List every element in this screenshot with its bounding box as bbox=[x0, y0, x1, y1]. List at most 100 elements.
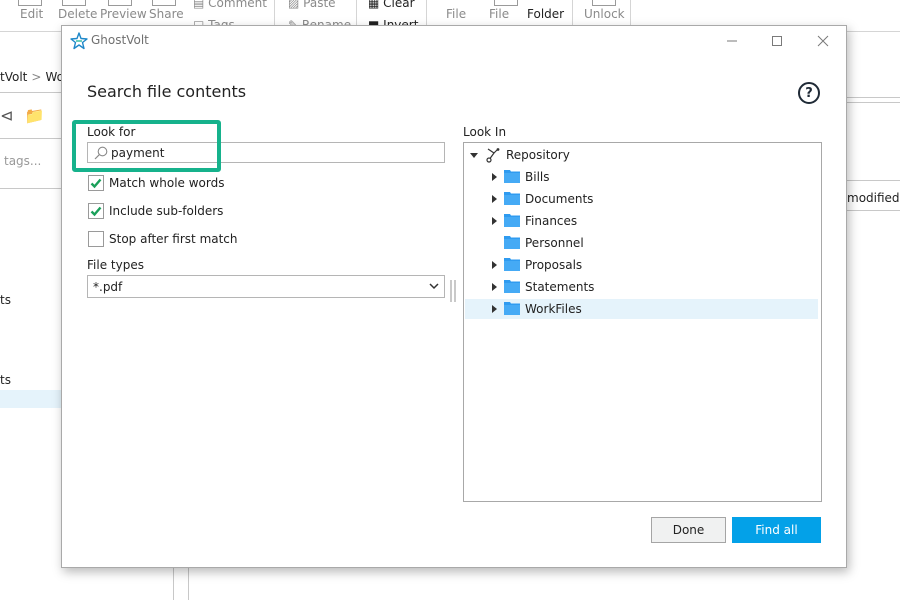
collapsed-arrow-icon[interactable] bbox=[490, 261, 498, 269]
breadcrumb: tVolt > Wo bbox=[0, 70, 64, 84]
window-title: GhostVolt bbox=[91, 33, 149, 47]
folder-icon bbox=[504, 192, 520, 205]
ribbon-file-edit-button[interactable]: File bbox=[489, 7, 509, 21]
divider bbox=[846, 210, 900, 211]
divider bbox=[846, 180, 900, 181]
checkbox-label: Stop after first match bbox=[109, 232, 238, 246]
checkbox-box[interactable] bbox=[88, 175, 104, 191]
ribbon-paste-button[interactable]: ▨ Paste bbox=[288, 0, 336, 10]
breadcrumb-separator: > bbox=[31, 70, 42, 84]
divider bbox=[0, 92, 62, 93]
edit-icon bbox=[18, 0, 42, 6]
tree-item-label: Statements bbox=[525, 280, 595, 294]
maximize-icon bbox=[772, 36, 782, 46]
ribbon-file-list-button[interactable]: File bbox=[446, 7, 466, 21]
help-button[interactable]: ? bbox=[798, 82, 820, 104]
grip-line bbox=[450, 280, 452, 302]
title-bar[interactable]: GhostVolt bbox=[62, 26, 846, 56]
checkbox-label: Match whole words bbox=[109, 176, 225, 190]
tree-item-documents[interactable]: Documents bbox=[465, 189, 818, 209]
breadcrumb-item[interactable]: tVolt bbox=[0, 70, 27, 84]
file-types-value: *.pdf bbox=[93, 280, 123, 294]
ribbon-share-button[interactable]: Share bbox=[149, 7, 184, 21]
dialog-heading: Search file contents bbox=[87, 82, 247, 101]
folder-user-icon[interactable]: 📁 bbox=[25, 106, 45, 125]
tree-item-repository[interactable]: Repository bbox=[465, 145, 818, 165]
checkbox-box[interactable] bbox=[88, 231, 104, 247]
share-icon[interactable]: ⊲ bbox=[0, 106, 13, 125]
checkmark-icon bbox=[90, 206, 102, 217]
divider bbox=[846, 97, 900, 98]
repository-branch-icon bbox=[486, 148, 500, 163]
tree-item-bills[interactable]: Bills bbox=[465, 167, 818, 187]
ribbon-unlock-button[interactable]: Unlock bbox=[584, 7, 625, 21]
ribbon-clear-button[interactable]: ▦ Clear bbox=[368, 0, 415, 10]
close-icon bbox=[817, 35, 829, 47]
maximize-button[interactable] bbox=[754, 26, 800, 56]
tree-item-label: Bills bbox=[525, 170, 550, 184]
minimize-button[interactable] bbox=[709, 26, 755, 56]
close-button[interactable] bbox=[800, 26, 846, 56]
tree-item-personnel[interactable]: Personnel bbox=[465, 233, 818, 253]
find-all-button[interactable]: Find all bbox=[732, 517, 821, 543]
divider bbox=[846, 102, 900, 103]
checkmark-icon bbox=[90, 178, 102, 189]
look-for-label: Look for bbox=[87, 125, 136, 139]
toolbar-icons: ⊲ 📁 bbox=[0, 106, 44, 125]
grip-line bbox=[454, 280, 456, 302]
file-types-label: File types bbox=[87, 258, 144, 272]
ribbon-folder-edit-button[interactable]: Folder bbox=[527, 7, 564, 21]
folder-icon bbox=[504, 214, 520, 227]
checkbox-box[interactable] bbox=[88, 203, 104, 219]
sidebar-item[interactable]: ts bbox=[0, 293, 11, 307]
sidebar-item[interactable]: ts bbox=[0, 373, 11, 387]
ribbon-delete-button[interactable]: Delete bbox=[58, 7, 97, 21]
search-icon bbox=[94, 146, 108, 160]
collapsed-arrow-icon[interactable] bbox=[490, 305, 498, 313]
collapsed-arrow-icon[interactable] bbox=[490, 283, 498, 291]
stop-after-first-match-checkbox[interactable]: Stop after first match bbox=[88, 231, 238, 247]
ribbon-edit-button[interactable]: Edit bbox=[20, 7, 43, 21]
tree-item-statements[interactable]: Statements bbox=[465, 277, 818, 297]
ribbon-preview-button[interactable]: Preview bbox=[100, 7, 147, 21]
tree-item-label: WorkFiles bbox=[525, 302, 582, 316]
collapsed-arrow-icon[interactable] bbox=[490, 195, 498, 203]
unlock-icon bbox=[592, 0, 616, 6]
tree-item-label: Repository bbox=[506, 148, 570, 162]
tree-item-label: Proposals bbox=[525, 258, 583, 272]
expanded-arrow-icon[interactable] bbox=[470, 151, 478, 159]
folder-icon bbox=[504, 280, 520, 293]
folder-icon bbox=[504, 302, 520, 315]
chevron-down-icon bbox=[429, 283, 439, 290]
look-for-input[interactable] bbox=[111, 144, 431, 161]
panel-splitter-handle[interactable] bbox=[450, 280, 460, 302]
tree-item-label: Finances bbox=[525, 214, 578, 228]
divider bbox=[0, 188, 62, 189]
tree-item-workfiles[interactable]: WorkFiles bbox=[465, 299, 818, 319]
ghostvolt-logo-icon bbox=[70, 32, 88, 50]
folder-tree[interactable]: Repository Bills Documents Finances Pers… bbox=[463, 142, 822, 502]
look-for-field[interactable] bbox=[87, 142, 445, 163]
splitter-line bbox=[173, 568, 174, 600]
file-types-dropdown[interactable]: *.pdf bbox=[87, 275, 445, 298]
collapsed-arrow-icon[interactable] bbox=[490, 217, 498, 225]
help-icon: ? bbox=[805, 85, 813, 101]
tree-item-finances[interactable]: Finances bbox=[465, 211, 818, 231]
tags-filter-input[interactable]: tags... bbox=[4, 154, 41, 168]
tree-item-proposals[interactable]: Proposals bbox=[465, 255, 818, 275]
collapsed-arrow-icon[interactable] bbox=[490, 173, 498, 181]
folder-icon bbox=[504, 236, 520, 249]
include-sub-folders-checkbox[interactable]: Include sub-folders bbox=[88, 203, 223, 219]
match-whole-words-checkbox[interactable]: Match whole words bbox=[88, 175, 224, 191]
paste-icon: ▨ bbox=[288, 0, 304, 10]
ribbon-comment-button[interactable]: ▤ Comment bbox=[193, 0, 267, 10]
clear-selection-icon: ▦ bbox=[368, 0, 384, 10]
done-button[interactable]: Done bbox=[651, 517, 726, 543]
delete-icon bbox=[62, 0, 86, 6]
search-file-contents-dialog: GhostVolt Search file contents ? Look fo… bbox=[61, 25, 847, 568]
file-icon bbox=[494, 0, 518, 6]
folder-icon bbox=[504, 258, 520, 271]
sidebar-item-selected[interactable] bbox=[0, 390, 62, 408]
column-header-modified[interactable]: modified bbox=[847, 191, 900, 205]
divider bbox=[0, 138, 62, 139]
